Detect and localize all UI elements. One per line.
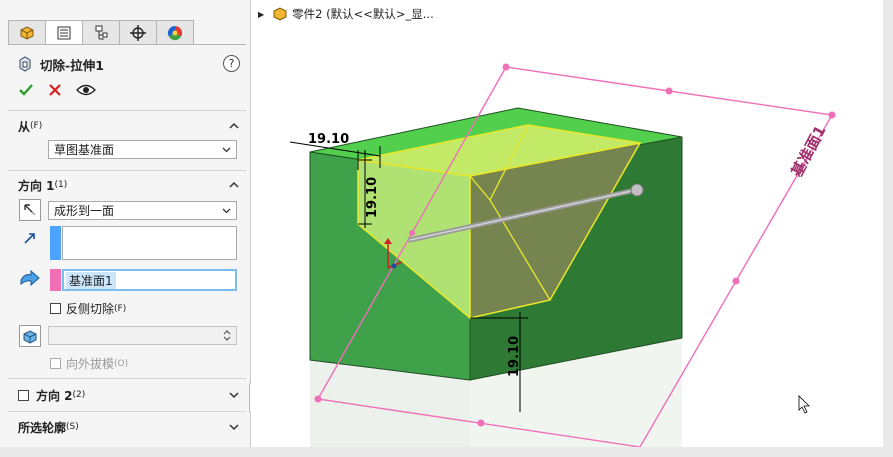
start-condition-select[interactable]: 草图基准面 <box>48 140 237 159</box>
ok-check-icon[interactable] <box>18 82 34 98</box>
section-direction1-label: 方向 1 <box>18 178 55 193</box>
origin-point <box>391 263 397 269</box>
end-condition-value: 成形到一面 <box>54 204 115 218</box>
feature-header: 切除-拉伸1 ? <box>18 54 240 74</box>
feature-manager-icon <box>20 25 34 40</box>
model-canvas: 基准面1 19.10 19.10 19.10 <box>289 63 836 447</box>
draft-outward-label: 向外拔模 <box>66 357 115 371</box>
tab-display-manager[interactable] <box>156 20 194 44</box>
reverse-direction-icon <box>24 204 36 216</box>
crosshair-icon <box>130 24 146 41</box>
section-direction2-header[interactable]: 方向 2 (2) <box>18 386 244 404</box>
section-from-hotkey: (F) <box>30 121 43 131</box>
divider <box>8 411 246 412</box>
cancel-x-icon[interactable] <box>48 83 62 97</box>
flip-side-to-cut-checkbox[interactable]: 反侧切除 (F) <box>50 300 126 317</box>
section-from-label: 从 <box>18 119 31 134</box>
section-direction2-label: 方向 2 <box>36 388 73 403</box>
chevron-down-icon[interactable] <box>228 421 240 433</box>
tab-configuration-manager[interactable] <box>82 20 120 44</box>
cut-extrude-icon <box>19 56 31 72</box>
section-direction1-hotkey: (1) <box>54 180 68 190</box>
tab-property-manager[interactable] <box>45 20 83 44</box>
draft-angle-spinner[interactable] <box>48 326 237 345</box>
section-direction2-hotkey: (2) <box>72 390 86 400</box>
section-from-header[interactable]: 从 (F) <box>18 117 244 135</box>
tab-dimxpert-manager[interactable] <box>119 20 157 44</box>
chevron-down-icon <box>222 208 231 214</box>
section-contours-hotkey: (S) <box>66 422 79 432</box>
color-wheel-icon <box>167 25 183 40</box>
draft-icon <box>23 330 37 344</box>
preview-eye-icon[interactable] <box>76 83 96 97</box>
feature-title: 切除-拉伸1 <box>40 57 104 73</box>
spinner-arrows-icon[interactable] <box>222 328 232 343</box>
draft-outward-checkbox[interactable]: 向外拔模 (O) <box>50 355 128 372</box>
chevron-down-icon[interactable] <box>228 389 240 401</box>
tab-feature-manager[interactable] <box>8 20 46 44</box>
plane-label[interactable]: 基准面1 <box>787 122 829 180</box>
help-button[interactable]: ? <box>223 55 240 72</box>
mouse-cursor-icon <box>798 395 810 414</box>
direction-selection-color <box>50 226 61 260</box>
app-window: 切除-拉伸1 ? 从 (F) 草图基准面 方向 1 (1) 成形到一面 基准面1… <box>0 0 893 457</box>
window-right-edge <box>883 0 893 457</box>
action-buttons <box>18 81 96 99</box>
face-selection-color <box>50 269 61 291</box>
dimension-horizontal[interactable]: 19.10 <box>308 132 349 147</box>
end-condition-select[interactable]: 成形到一面 <box>48 201 237 220</box>
face-plane-icon <box>20 270 40 287</box>
flip-side-label: 反侧切除 <box>66 302 115 316</box>
flip-side-checkbox-box[interactable] <box>50 303 61 314</box>
section-contours-header[interactable]: 所选轮廓 (S) <box>18 418 244 436</box>
face-selection-box[interactable]: 基准面1 <box>62 269 237 291</box>
face-selection-item[interactable]: 基准面1 <box>66 272 116 289</box>
section-direction1-header[interactable]: 方向 1 (1) <box>18 176 244 194</box>
tabs-baseline <box>8 44 246 45</box>
manager-tabs <box>8 20 194 44</box>
section-contours-label: 所选轮廓 <box>18 420 67 435</box>
direction2-checkbox[interactable] <box>18 389 29 401</box>
reverse-direction-button[interactable] <box>19 199 41 221</box>
draft-toggle-button[interactable] <box>19 325 41 347</box>
chevron-up-icon[interactable] <box>228 120 240 132</box>
dimension-depth[interactable]: 19.10 <box>507 336 522 377</box>
chevron-down-icon <box>222 147 231 153</box>
divider <box>8 170 246 171</box>
draft-outward-hotkey: (O) <box>114 358 129 369</box>
window-bottom-edge <box>0 447 893 457</box>
start-condition-value: 草图基准面 <box>54 143 115 157</box>
chevron-up-icon[interactable] <box>228 179 240 191</box>
flip-side-hotkey: (F) <box>114 303 127 314</box>
property-manager-panel: 切除-拉伸1 ? 从 (F) 草图基准面 方向 1 (1) 成形到一面 基准面1… <box>0 0 251 447</box>
configuration-manager-icon <box>95 25 108 39</box>
property-manager-icon <box>57 26 71 39</box>
divider <box>8 110 246 111</box>
direction-vector-selection[interactable] <box>62 226 237 260</box>
extrude-drag-handle[interactable] <box>630 183 644 197</box>
direction-vector-icon <box>24 233 35 244</box>
divider <box>8 378 246 379</box>
draft-outward-checkbox-box[interactable] <box>50 358 61 369</box>
dimension-vertical[interactable]: 19.10 <box>365 177 380 218</box>
